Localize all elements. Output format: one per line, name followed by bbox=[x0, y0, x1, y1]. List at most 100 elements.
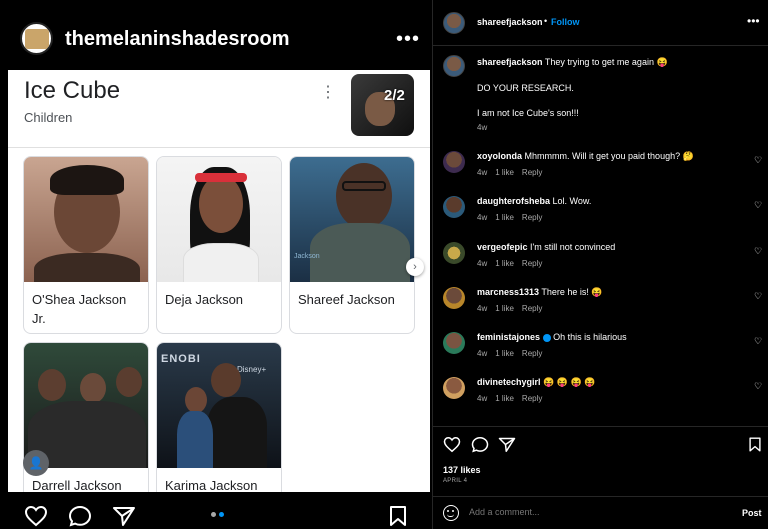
child-name: Karima Jackson bbox=[165, 478, 258, 492]
child-card-1[interactable]: O'Shea Jackson Jr. bbox=[23, 156, 149, 334]
divider bbox=[433, 426, 768, 427]
caption-line-1: shareefjackson They trying to get me aga… bbox=[477, 57, 668, 68]
next-arrow-icon[interactable]: › bbox=[406, 258, 424, 276]
child-photo: Jackson bbox=[290, 157, 414, 282]
comment-time: 4w bbox=[477, 259, 488, 268]
heart-icon[interactable] bbox=[24, 505, 48, 527]
like-comment-icon[interactable]: ♡ bbox=[754, 291, 762, 302]
like-comment-icon[interactable]: ♡ bbox=[754, 155, 762, 166]
comment-text: Mhmmmm. Will it get you paid though? 🤔 bbox=[524, 151, 694, 161]
separator-dot: • bbox=[544, 16, 548, 26]
comment-text: Oh this is hilarious bbox=[553, 332, 627, 342]
heart-icon[interactable] bbox=[443, 436, 461, 453]
comment-username[interactable]: xoyolonda bbox=[477, 151, 522, 161]
child-photo bbox=[24, 343, 148, 468]
comment-likes[interactable]: 1 like bbox=[495, 349, 514, 358]
caption-avatar[interactable] bbox=[443, 55, 465, 77]
comment-item: daughterofsheba Lol. Wow. 4w 1 like Reply … bbox=[433, 190, 768, 236]
avatar[interactable] bbox=[443, 12, 465, 34]
comment-username[interactable]: daughterofsheba bbox=[477, 196, 550, 206]
avatar[interactable] bbox=[443, 287, 465, 309]
avatar[interactable] bbox=[443, 377, 465, 399]
share-icon[interactable] bbox=[498, 436, 516, 453]
avatar[interactable] bbox=[443, 332, 465, 354]
avatar[interactable] bbox=[443, 196, 465, 218]
more-options-icon[interactable]: ••• bbox=[747, 14, 760, 28]
comment-time: 4w bbox=[477, 168, 488, 177]
comment-text: 😝 😝 😝 😝 bbox=[543, 377, 596, 387]
kp-subtitle: Children bbox=[24, 110, 73, 125]
left-post: themelaninshadesroom ••• Ice Cube Childr… bbox=[0, 0, 432, 529]
child-card-3[interactable]: Jackson Shareef Jackson bbox=[289, 156, 415, 334]
post-button[interactable]: Post bbox=[742, 508, 762, 518]
kp-thumbnail[interactable] bbox=[351, 74, 414, 136]
caption-time: 4w bbox=[477, 123, 488, 132]
comments-panel: shareefjackson • Follow ••• shareefjacks… bbox=[432, 0, 768, 529]
image-counter: 2/2 bbox=[384, 87, 405, 104]
comment-username[interactable]: feministajones bbox=[477, 332, 540, 342]
caption-text: They trying to get me again 😝 bbox=[544, 57, 668, 67]
username[interactable]: shareefjackson bbox=[477, 17, 543, 27]
post-header: shareefjackson • Follow ••• bbox=[433, 0, 768, 46]
share-icon[interactable] bbox=[112, 505, 136, 527]
comment-item: feministajones Oh this is hilarious 4w 1 … bbox=[433, 326, 768, 372]
divider bbox=[8, 147, 430, 148]
child-card-2[interactable]: Deja Jackson bbox=[156, 156, 282, 334]
child-name: Deja Jackson bbox=[165, 292, 244, 307]
comment-time: 4w bbox=[477, 349, 488, 358]
bookmark-icon[interactable] bbox=[748, 436, 762, 453]
add-comment-row: Post bbox=[433, 496, 768, 529]
reply-button[interactable]: Reply bbox=[522, 304, 542, 313]
caption-line-2: DO YOUR RESEARCH. bbox=[477, 83, 574, 93]
reply-button[interactable]: Reply bbox=[522, 259, 542, 268]
child-photo: ENOBI Disney+ bbox=[157, 343, 281, 468]
caption-line-3: I am not Ice Cube's son!!! bbox=[477, 108, 579, 118]
comment-likes[interactable]: 1 like bbox=[495, 259, 514, 268]
comment-time: 4w bbox=[477, 394, 488, 403]
reply-button[interactable]: Reply bbox=[522, 349, 542, 358]
account-name[interactable]: themelaninshadesroom bbox=[65, 28, 290, 51]
comment-likes[interactable]: 1 like bbox=[495, 168, 514, 177]
like-comment-icon[interactable]: ♡ bbox=[754, 200, 762, 211]
comment-likes[interactable]: 1 like bbox=[495, 394, 514, 403]
likes-count[interactable]: 137 likes bbox=[443, 465, 481, 475]
comment-icon[interactable] bbox=[471, 436, 489, 453]
verified-badge-icon bbox=[542, 333, 551, 342]
kp-more-icon[interactable]: ⋮ bbox=[320, 82, 336, 102]
like-comment-icon[interactable]: ♡ bbox=[754, 246, 762, 257]
add-comment-input[interactable] bbox=[469, 507, 709, 517]
comment-icon[interactable] bbox=[68, 505, 92, 527]
child-photo bbox=[157, 157, 281, 282]
caption-username[interactable]: shareefjackson bbox=[477, 57, 543, 67]
comment-likes[interactable]: 1 like bbox=[495, 213, 514, 222]
comment-item: divinetechygirl 😝 😝 😝 😝 4w 1 like Reply ♡ bbox=[433, 371, 768, 417]
kp-title: Ice Cube bbox=[24, 77, 121, 104]
comment-item: vergeofepic I'm still not convinced 4w 1 … bbox=[433, 236, 768, 282]
avatar[interactable] bbox=[443, 151, 465, 173]
bookmark-icon[interactable] bbox=[388, 505, 408, 527]
child-name: Shareef Jackson bbox=[298, 292, 395, 307]
emoji-icon[interactable] bbox=[443, 505, 459, 521]
avatar[interactable] bbox=[443, 242, 465, 264]
comment-item: marcness1313 There he is! 😝 4w 1 like Repl… bbox=[433, 281, 768, 327]
like-comment-icon[interactable]: ♡ bbox=[754, 336, 762, 347]
comment-time: 4w bbox=[477, 213, 488, 222]
comment-text: Lol. Wow. bbox=[552, 196, 592, 206]
like-comment-icon[interactable]: ♡ bbox=[754, 381, 762, 392]
comment-username[interactable]: divinetechygirl bbox=[477, 377, 541, 387]
child-photo bbox=[24, 157, 148, 282]
account-avatar[interactable] bbox=[20, 22, 53, 55]
follow-button[interactable]: Follow bbox=[551, 17, 580, 27]
more-options-icon[interactable]: ••• bbox=[396, 28, 420, 51]
reply-button[interactable]: Reply bbox=[522, 394, 542, 403]
reply-button[interactable]: Reply bbox=[522, 213, 542, 222]
comment-item: xoyolonda Mhmmmm. Will it get you paid t… bbox=[433, 145, 768, 191]
reply-button[interactable]: Reply bbox=[522, 168, 542, 177]
child-name: O'Shea Jackson Jr. bbox=[32, 292, 127, 326]
comment-username[interactable]: marcness1313 bbox=[477, 287, 539, 297]
comment-likes[interactable]: 1 like bbox=[495, 304, 514, 313]
user-tag-icon[interactable]: 👤 bbox=[23, 450, 49, 476]
child-card-5[interactable]: ENOBI Disney+ Karima Jackson bbox=[156, 342, 282, 492]
post-date: APRIL 4 bbox=[443, 478, 468, 484]
comment-username[interactable]: vergeofepic bbox=[477, 242, 528, 252]
